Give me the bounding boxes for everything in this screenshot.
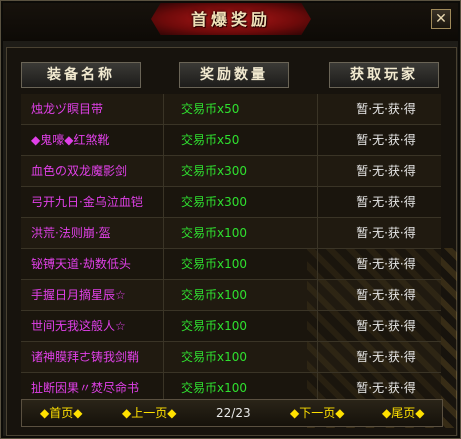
column-divider (163, 218, 164, 248)
close-icon: ✕ (435, 11, 447, 27)
column-divider (317, 187, 318, 217)
next-page-button[interactable]: ◆下一页◆ (290, 400, 344, 426)
close-button[interactable]: ✕ (431, 9, 451, 29)
item-name-cell[interactable]: 诸神膜拜ㄜ铸我剑鞘 (31, 342, 161, 372)
item-name-cell[interactable]: 铋镈天道·劫数低头 (31, 249, 161, 279)
column-divider (317, 311, 318, 341)
prev-page-button[interactable]: ◆上一页◆ (122, 400, 176, 426)
player-cell: 暂·无·获·得 (356, 133, 416, 147)
player-cell: 暂·无·获·得 (356, 257, 416, 271)
table-row: 血色の双龙魔影剑 交易币x300 暂·无·获·得 (21, 156, 441, 187)
table-row: ◆鬼嚎◆红煞靴 交易币x50 暂·无·获·得 (21, 125, 441, 156)
table-row: 铋镈天道·劫数低头 交易币x100 暂·无·获·得 (21, 249, 441, 280)
column-divider (163, 249, 164, 279)
reward-panel: 装备名称 奖励数量 获取玩家 烛龙ヅ瞑目带 交易币x50 暂·无·获·得 ◆鬼嚎… (6, 47, 457, 436)
table-header: 装备名称 奖励数量 获取玩家 (7, 62, 456, 90)
item-name-cell[interactable]: 手握日月摘星辰☆ (31, 280, 161, 310)
column-divider (163, 280, 164, 310)
column-divider (317, 125, 318, 155)
item-name-cell[interactable]: ◆鬼嚎◆红煞靴 (31, 125, 161, 155)
player-cell: 暂·无·获·得 (356, 195, 416, 209)
item-name-cell[interactable]: 洪荒·法则崩·盔 (31, 218, 161, 248)
column-divider (317, 94, 318, 124)
page-indicator: 22/23 (216, 406, 251, 420)
player-cell: 暂·无·获·得 (356, 164, 416, 178)
column-divider (317, 280, 318, 310)
header-item-name: 装备名称 (21, 62, 141, 88)
column-divider (317, 218, 318, 248)
first-page-button[interactable]: ◆首页◆ (40, 400, 82, 426)
column-divider (163, 156, 164, 186)
reward-window: 首爆奖励 ✕ 装备名称 奖励数量 获取玩家 烛龙ヅ瞑目带 交易币x50 暂·无·… (0, 0, 461, 439)
table-row: 烛龙ヅ瞑目带 交易币x50 暂·无·获·得 (21, 94, 441, 125)
column-divider (163, 342, 164, 372)
column-divider (317, 342, 318, 372)
reward-cell: 交易币x100 (181, 350, 248, 364)
table-row: 诸神膜拜ㄜ铸我剑鞘 交易币x100 暂·无·获·得 (21, 342, 441, 373)
item-name-cell[interactable]: 弓开九日·金乌泣血铠 (31, 187, 161, 217)
reward-table: 烛龙ヅ瞑目带 交易币x50 暂·无·获·得 ◆鬼嚎◆红煞靴 交易币x50 暂·无… (21, 94, 441, 404)
last-page-button[interactable]: ◆尾页◆ (382, 400, 424, 426)
column-divider (163, 125, 164, 155)
column-divider (317, 249, 318, 279)
item-name-cell[interactable]: 血色の双龙魔影剑 (31, 156, 161, 186)
table-row: 弓开九日·金乌泣血铠 交易币x300 暂·无·获·得 (21, 187, 441, 218)
reward-cell: 交易币x300 (181, 164, 248, 178)
column-divider (163, 94, 164, 124)
column-divider (163, 187, 164, 217)
player-cell: 暂·无·获·得 (356, 102, 416, 116)
column-divider (163, 311, 164, 341)
reward-cell: 交易币x100 (181, 319, 248, 333)
reward-cell: 交易币x100 (181, 226, 248, 240)
item-name-cell[interactable]: 世间无我这般人☆ (31, 311, 161, 341)
player-cell: 暂·无·获·得 (356, 350, 416, 364)
header-player: 获取玩家 (329, 62, 439, 88)
table-row: 手握日月摘星辰☆ 交易币x100 暂·无·获·得 (21, 280, 441, 311)
player-cell: 暂·无·获·得 (356, 319, 416, 333)
pagination-bar: ◆首页◆ ◆上一页◆ 22/23 ◆下一页◆ ◆尾页◆ (21, 399, 443, 427)
table-row: 洪荒·法则崩·盔 交易币x100 暂·无·获·得 (21, 218, 441, 249)
player-cell: 暂·无·获·得 (356, 288, 416, 302)
column-divider (317, 156, 318, 186)
table-row: 世间无我这般人☆ 交易币x100 暂·无·获·得 (21, 311, 441, 342)
item-name-cell[interactable]: 烛龙ヅ瞑目带 (31, 94, 161, 124)
window-title: 首爆奖励 (190, 10, 271, 29)
header-reward-amount: 奖励数量 (179, 62, 289, 88)
reward-cell: 交易币x50 (181, 133, 240, 147)
reward-cell: 交易币x300 (181, 195, 248, 209)
reward-cell: 交易币x50 (181, 102, 240, 116)
reward-cell: 交易币x100 (181, 257, 248, 271)
reward-cell: 交易币x100 (181, 288, 248, 302)
player-cell: 暂·无·获·得 (356, 226, 416, 240)
